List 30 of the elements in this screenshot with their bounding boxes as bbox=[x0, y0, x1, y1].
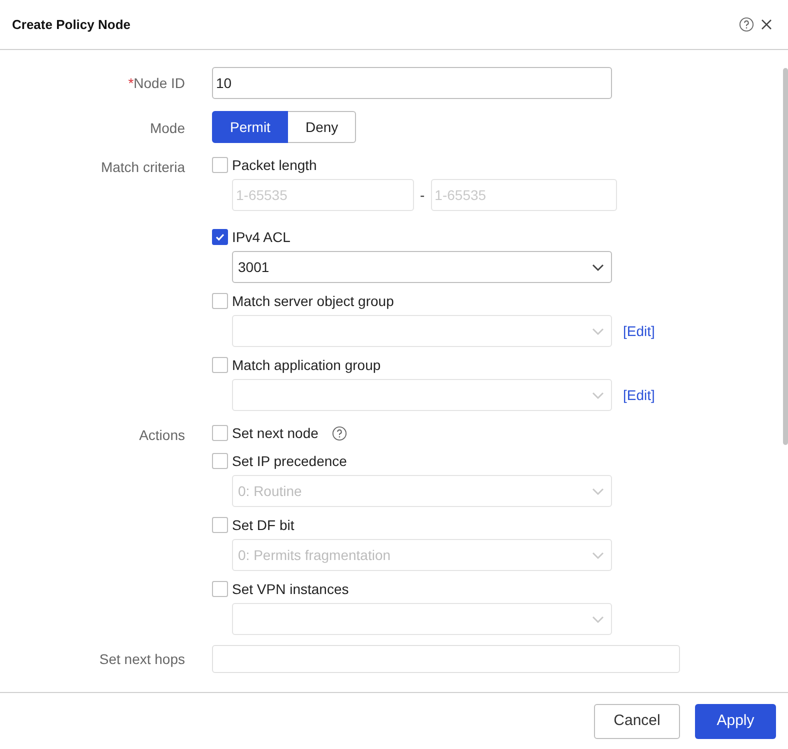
checkbox[interactable] bbox=[212, 229, 228, 245]
help-icon[interactable] bbox=[739, 17, 754, 32]
checkbox-label: Set IP precedence bbox=[232, 452, 347, 471]
apply-button[interactable]: Apply bbox=[695, 704, 776, 738]
field-label: Mode bbox=[150, 120, 185, 136]
checkbox-label: Set VPN instances bbox=[232, 580, 349, 598]
help-icon[interactable] bbox=[332, 426, 348, 440]
checkbox-label: Match server object group bbox=[232, 292, 394, 311]
cancel-button[interactable]: Cancel bbox=[594, 704, 680, 738]
node-id-field[interactable]: 10 bbox=[212, 67, 612, 99]
checkbox-label: IPv4 ACL bbox=[232, 228, 290, 246]
checkbox[interactable] bbox=[212, 157, 228, 173]
field-label: Match criteria bbox=[100, 159, 185, 175]
dialog-title: Create Policy Node bbox=[12, 16, 130, 34]
checkbox-label: Packet length bbox=[232, 156, 317, 175]
field-label: *Node ID bbox=[128, 75, 185, 91]
select-field[interactable]: 3001 bbox=[232, 251, 612, 283]
checkmark-icon bbox=[214, 231, 226, 243]
close-icon[interactable] bbox=[761, 19, 772, 30]
next-hops-field[interactable] bbox=[212, 645, 680, 673]
mode-toggle[interactable]: Deny bbox=[288, 111, 356, 143]
field-label: Set next hops bbox=[99, 650, 185, 666]
scrollbar-thumb[interactable] bbox=[783, 68, 788, 445]
checkbox[interactable] bbox=[212, 425, 228, 441]
checkbox-label: Set next node bbox=[232, 424, 318, 442]
checkbox-label: Set DF bit bbox=[232, 516, 294, 534]
field-label: Actions bbox=[139, 427, 185, 443]
range-separator: - bbox=[420, 186, 425, 204]
checkbox-label: Match application group bbox=[232, 356, 381, 375]
mode-toggle[interactable]: Permit bbox=[212, 111, 288, 143]
